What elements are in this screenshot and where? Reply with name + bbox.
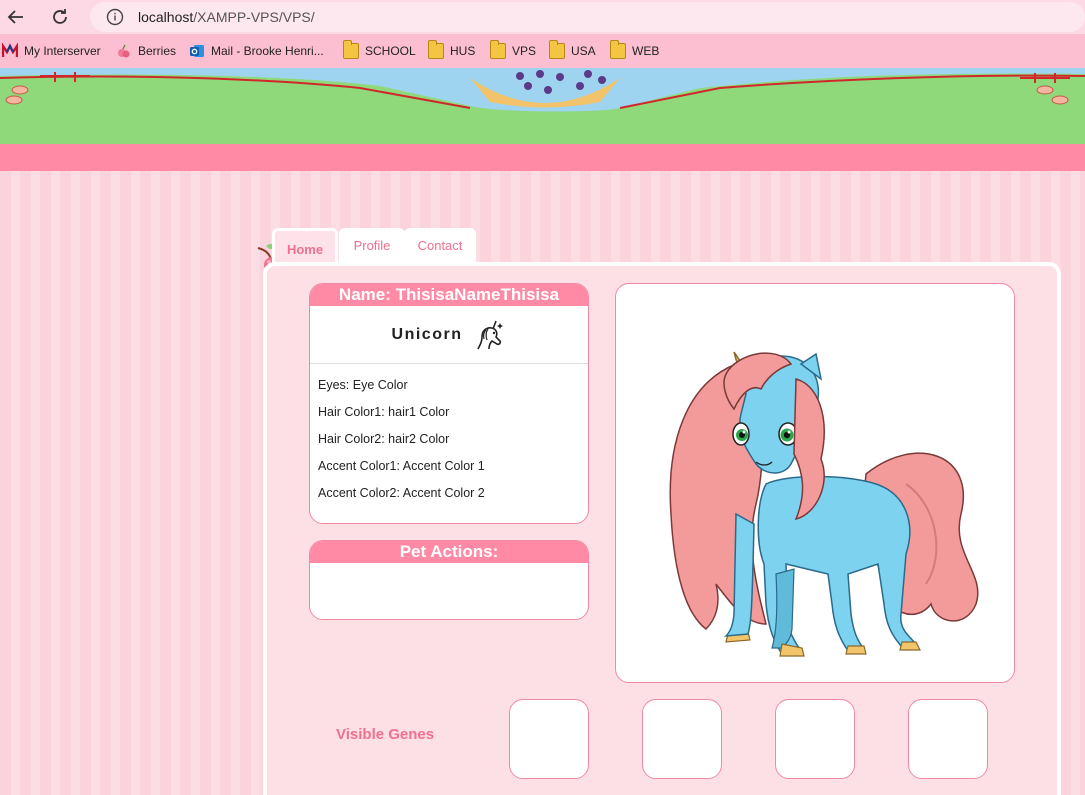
visible-genes-label: Visible Genes bbox=[336, 726, 435, 743]
tab-profile[interactable]: Profile bbox=[339, 228, 405, 262]
interserver-icon bbox=[2, 43, 18, 57]
trait-eyes: Eyes: Eye Color bbox=[318, 378, 408, 392]
tab-home-label: Home bbox=[286, 242, 324, 257]
pet-name-header: Name: ThisisaNameThisisa bbox=[310, 284, 588, 306]
gene-slot[interactable] bbox=[775, 699, 855, 779]
pet-image-card bbox=[615, 283, 1015, 683]
outlook-icon bbox=[190, 45, 204, 57]
bookmark-folder-hus[interactable]: HUS bbox=[428, 40, 476, 60]
url-text: localhost/XAMPP-VPS/VPS/ bbox=[138, 9, 315, 25]
trait-hair-color-1: Hair Color1: hair1 Color bbox=[318, 405, 450, 419]
bookmark-my-interserver[interactable]: My Interserver bbox=[2, 42, 101, 60]
pet-actions-card: Pet Actions: bbox=[309, 540, 589, 620]
trait-accent-color-2: Accent Color2: Accent Color 2 bbox=[318, 486, 485, 500]
bookmark-label: VPS bbox=[512, 44, 537, 58]
url-path: /XAMPP-VPS/VPS/ bbox=[193, 9, 315, 25]
back-button[interactable] bbox=[4, 5, 28, 29]
bookmark-label: My Interserver bbox=[24, 44, 101, 58]
folder-icon bbox=[490, 40, 506, 59]
tab-contact[interactable]: Contact bbox=[404, 228, 476, 262]
pet-actions-header: Pet Actions: bbox=[310, 541, 588, 563]
folder-icon bbox=[343, 40, 359, 59]
browser-toolbar: localhost/XAMPP-VPS/VPS/ bbox=[0, 0, 1085, 34]
bookmark-berries[interactable]: Berries bbox=[116, 42, 176, 60]
trait-hair-color-2: Hair Color2: hair2 Color bbox=[318, 432, 450, 446]
traits-list: Eyes: Eye Color Hair Color1: hair1 Color… bbox=[310, 364, 588, 513]
bookmark-label: WEB bbox=[632, 44, 660, 58]
bookmark-label: Mail - Brooke Henri... bbox=[211, 44, 324, 58]
pet-info-card: Name: ThisisaNameThisisa Unicorn Eyes: E… bbox=[309, 283, 589, 524]
bookmark-label: USA bbox=[571, 44, 596, 58]
species-row: Unicorn bbox=[310, 306, 588, 364]
trait-accent-color-1: Accent Color1: Accent Color 1 bbox=[318, 459, 485, 473]
unicorn-icon bbox=[477, 320, 504, 349]
reload-icon bbox=[53, 9, 67, 24]
bookmark-label: Berries bbox=[138, 44, 177, 58]
folder-icon bbox=[428, 40, 444, 59]
bookmark-folder-usa[interactable]: USA bbox=[549, 40, 596, 60]
reload-button[interactable] bbox=[48, 5, 72, 29]
bookmark-folder-school[interactable]: SCHOOL bbox=[343, 40, 416, 60]
bookmark-label: HUS bbox=[450, 44, 476, 58]
bookmark-label: SCHOOL bbox=[365, 44, 416, 58]
berries-icon bbox=[118, 44, 130, 58]
bookmark-folder-vps[interactable]: VPS bbox=[490, 40, 537, 60]
gene-slot[interactable] bbox=[908, 699, 988, 779]
header-pink-bar bbox=[0, 144, 1085, 171]
header-banner-image bbox=[0, 68, 1085, 144]
unicorn-pet-image bbox=[669, 351, 979, 657]
gene-slot[interactable] bbox=[509, 699, 589, 779]
tab-home[interactable]: Home bbox=[272, 228, 338, 264]
species-label: Unicorn bbox=[391, 325, 463, 343]
bookmark-folder-web[interactable]: WEB bbox=[610, 40, 660, 60]
info-icon[interactable] bbox=[106, 8, 124, 26]
folder-icon bbox=[610, 40, 626, 59]
arrow-left-icon bbox=[7, 10, 23, 24]
address-bar[interactable]: localhost/XAMPP-VPS/VPS/ bbox=[90, 2, 1085, 32]
bookmark-mail[interactable]: Mail - Brooke Henri... bbox=[189, 42, 324, 60]
tab-profile-label: Profile bbox=[353, 237, 391, 253]
tab-contact-label: Contact bbox=[417, 237, 463, 253]
bookmarks-bar: My Interserver Berries Mail - Brooke Hen… bbox=[0, 34, 1085, 68]
folder-icon bbox=[549, 40, 565, 59]
url-host: localhost bbox=[138, 9, 194, 25]
gene-slot[interactable] bbox=[642, 699, 722, 779]
